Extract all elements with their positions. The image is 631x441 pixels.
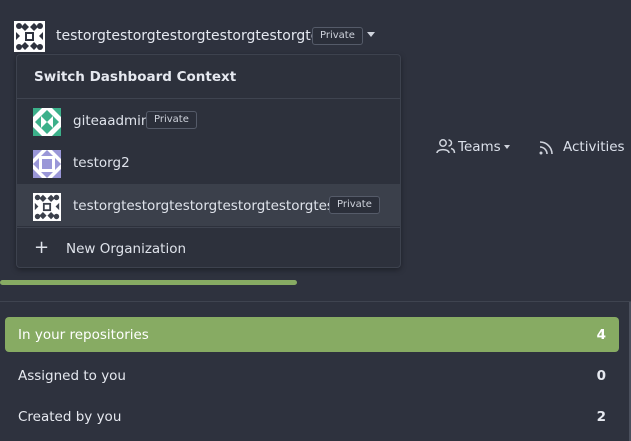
menu-item-label: testorgtestorgtestorgtestorgtestorgtesto	[73, 198, 348, 214]
menu-header: Switch Dashboard Context	[17, 55, 400, 99]
teams-label: Teams	[458, 139, 501, 155]
filter-your-repositories[interactable]: In your repositories 4	[5, 317, 619, 352]
menu-item-testorg[interactable]: testorgtestorgtestorgtestorgtestorgtesto…	[17, 184, 400, 226]
rss-icon	[539, 141, 553, 155]
menu-item-giteaadmin[interactable]: giteaadmin Private	[17, 99, 400, 141]
menu-title: Switch Dashboard Context	[34, 69, 237, 85]
filter-label: In your repositories	[18, 327, 149, 343]
divider	[0, 301, 631, 302]
menu-item-label: testorg2	[73, 155, 130, 171]
activities-label: Activities	[563, 139, 625, 155]
filter-label: Created by you	[18, 409, 122, 425]
switch-context-menu: Switch Dashboard Context giteaadmin Priv…	[16, 54, 401, 268]
filter-count: 4	[596, 327, 606, 343]
org-avatar	[33, 193, 61, 221]
plus-icon: +	[34, 237, 50, 258]
private-badge: Private	[329, 196, 380, 214]
org-avatar	[14, 21, 45, 52]
user-avatar	[33, 108, 61, 136]
filter-label: Assigned to you	[18, 368, 126, 384]
new-organization-label: New Organization	[66, 241, 187, 257]
menu-item-label: giteaadmin	[73, 113, 150, 129]
chevron-down-icon[interactable]	[367, 32, 375, 37]
progress-bar	[0, 280, 631, 285]
chevron-down-icon	[504, 145, 510, 149]
private-badge: Private	[312, 27, 363, 45]
progress-fill	[0, 280, 297, 285]
filter-count: 2	[596, 409, 606, 425]
private-badge: Private	[146, 111, 197, 129]
people-icon	[436, 139, 456, 154]
filter-assigned-to-you[interactable]: Assigned to you 0	[5, 358, 619, 393]
org-avatar	[33, 150, 61, 178]
filter-created-by-you[interactable]: Created by you 2	[5, 399, 619, 434]
filter-count: 0	[596, 368, 606, 384]
org-name: testorgtestorgtestorgtestorgtestorgtesto	[56, 28, 341, 44]
new-organization-item[interactable]: + New Organization	[17, 227, 400, 268]
menu-item-testorg2[interactable]: testorg2	[17, 141, 400, 183]
